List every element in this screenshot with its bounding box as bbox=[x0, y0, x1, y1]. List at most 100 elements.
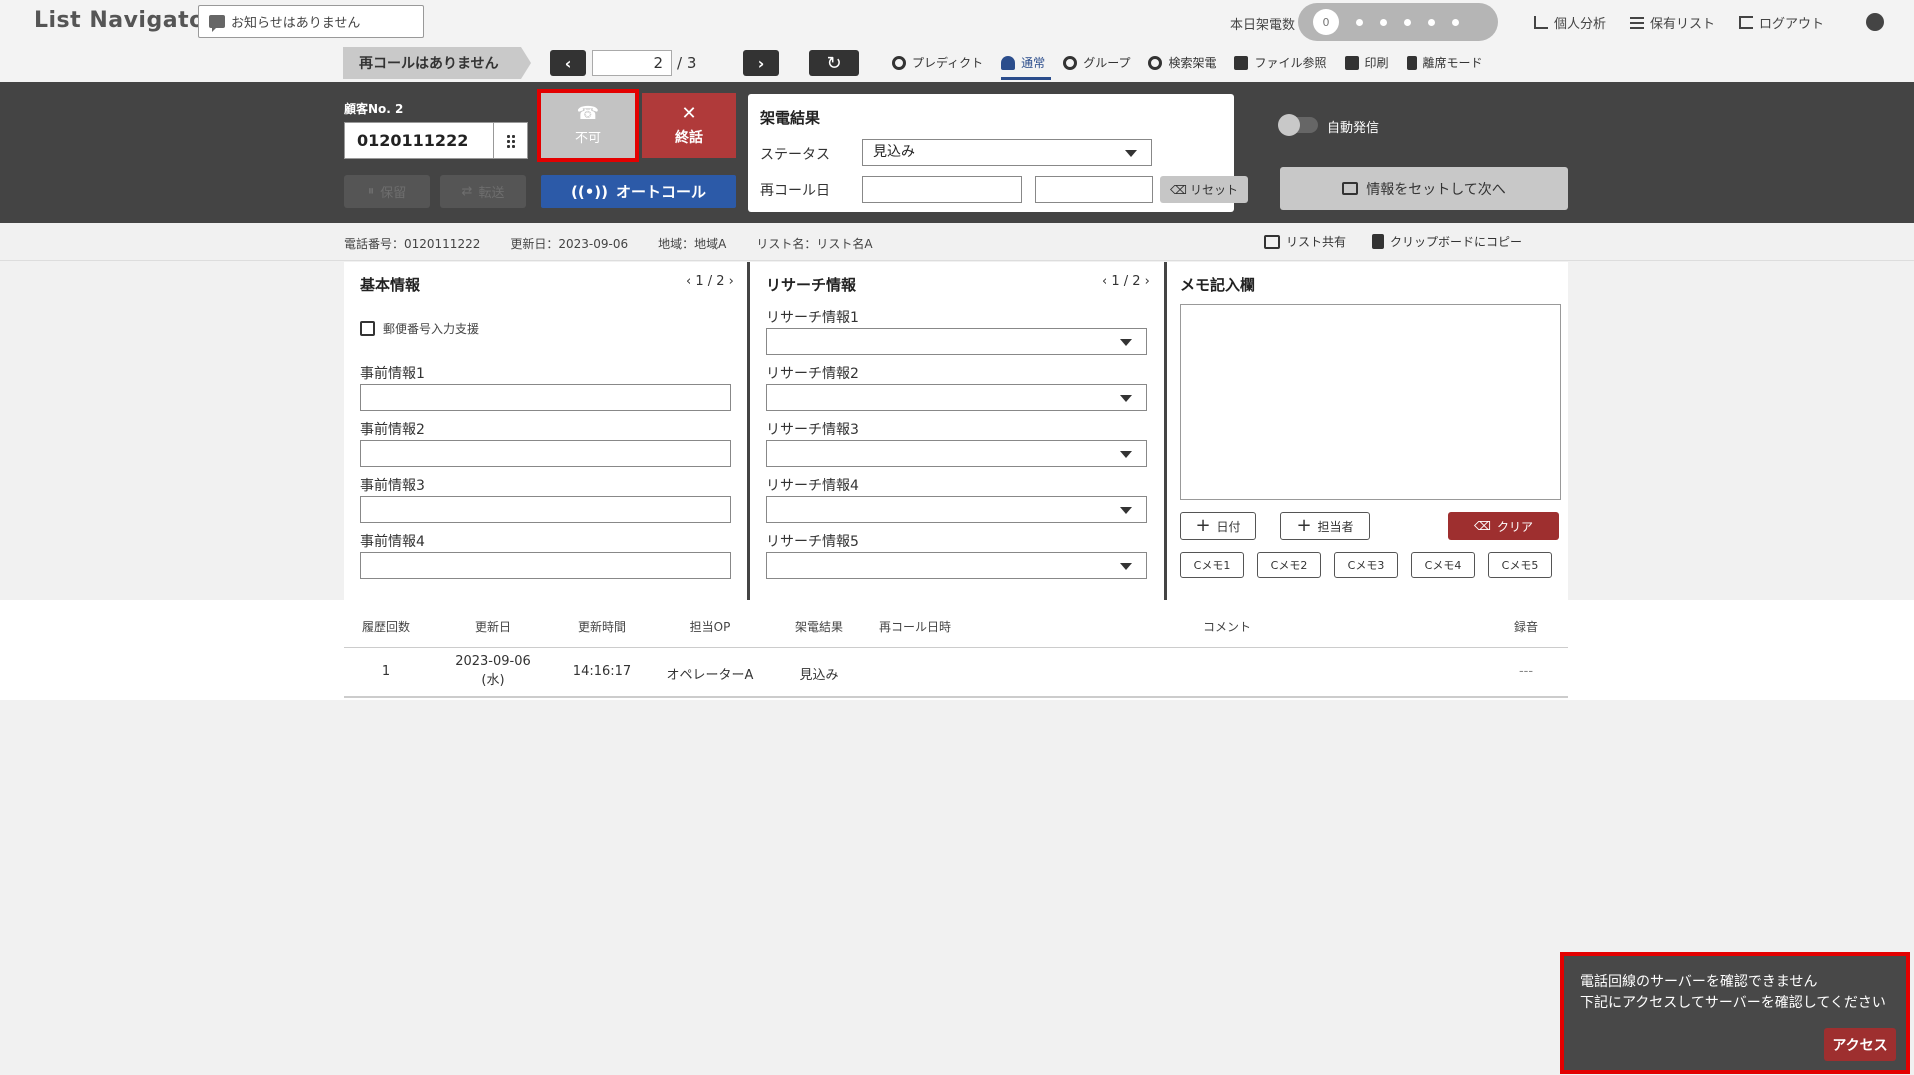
cmemo-button-4[interactable]: Cメモ4 bbox=[1411, 552, 1475, 578]
table-row[interactable]: 1 2023-09-06 (水) 14:16:17 オペレーターA 見込み --- bbox=[344, 648, 1568, 698]
research-select-2[interactable] bbox=[766, 384, 1147, 411]
progress-dot bbox=[1380, 18, 1387, 26]
history-col-recall: 再コール日時 bbox=[878, 620, 952, 634]
personal-analysis-link[interactable]: 個人分析 bbox=[1534, 13, 1606, 32]
auto-dial-toggle[interactable] bbox=[1278, 114, 1318, 136]
today-calls-counter: 0 bbox=[1298, 3, 1498, 41]
cmemo-button-5[interactable]: Cメモ5 bbox=[1488, 552, 1552, 578]
inbox-icon bbox=[1342, 182, 1359, 195]
next-page-button[interactable]: › bbox=[743, 50, 779, 76]
tab-group[interactable]: グループ bbox=[1063, 54, 1130, 71]
message-icon bbox=[209, 15, 225, 32]
research-select-5[interactable] bbox=[766, 552, 1147, 579]
logout-link[interactable]: ログアウト bbox=[1739, 13, 1824, 32]
pre-info-label-3: 事前情報3 bbox=[360, 478, 425, 494]
today-calls-count: 0 bbox=[1313, 9, 1339, 35]
phone-number: 0120111222 bbox=[357, 131, 469, 150]
history-date: 2023-09-06 (水) bbox=[455, 654, 531, 688]
clipboard-icon bbox=[1372, 234, 1385, 249]
caret-down-icon bbox=[1120, 563, 1132, 570]
pre-info-input-1[interactable] bbox=[360, 384, 731, 411]
pre-info-input-3[interactable] bbox=[360, 496, 731, 523]
insert-staff-button[interactable]: + 担当者 bbox=[1280, 512, 1370, 540]
info-updated: 更新日：2023-09-06 bbox=[510, 237, 629, 251]
tab-print[interactable]: 印刷 bbox=[1344, 54, 1389, 71]
basic-info-pager[interactable]: ‹ 1 / 2 › bbox=[686, 274, 734, 289]
page-total: / 3 bbox=[677, 54, 697, 72]
research-label-5: リサーチ情報5 bbox=[766, 534, 859, 550]
info-list-name: リスト名：リスト名A bbox=[756, 237, 873, 251]
auto-call-button[interactable]: ((•)) オートコール bbox=[541, 175, 736, 208]
page-number-input[interactable]: 2 bbox=[592, 50, 672, 76]
transfer-button[interactable]: ⇄ 転送 bbox=[440, 175, 526, 208]
copy-clipboard-button[interactable]: クリップボードにコピー bbox=[1372, 233, 1522, 250]
set-info-next-button[interactable]: 情報をセットして次へ bbox=[1280, 167, 1568, 210]
history-time: 14:16:17 bbox=[572, 664, 632, 679]
history-recording[interactable]: --- bbox=[1519, 664, 1533, 679]
history-col-op: 担当OP bbox=[689, 620, 731, 634]
history-col-date: 更新日 bbox=[474, 620, 512, 634]
research-label-4: リサーチ情報4 bbox=[766, 478, 859, 494]
progress-dot bbox=[1356, 18, 1363, 26]
call-button[interactable]: ☎ 不可 bbox=[537, 89, 639, 162]
memo-textarea[interactable] bbox=[1180, 304, 1561, 500]
transfer-icon: ⇄ bbox=[461, 184, 473, 199]
cmemo-button-3[interactable]: Cメモ3 bbox=[1334, 552, 1398, 578]
phone-slash-icon: ✕ bbox=[681, 102, 697, 124]
tab-away-mode[interactable]: 離席モード bbox=[1406, 54, 1483, 71]
research-info-pager[interactable]: ‹ 1 / 2 › bbox=[1102, 274, 1150, 289]
info-region: 地域：地域A bbox=[658, 237, 727, 251]
phone-icon: ☎ bbox=[576, 103, 600, 124]
access-button[interactable]: アクセス bbox=[1824, 1028, 1896, 1061]
pre-info-label-2: 事前情報2 bbox=[360, 422, 425, 438]
dialpad-button[interactable] bbox=[493, 123, 527, 158]
tab-normal[interactable]: 通常 bbox=[1001, 54, 1052, 80]
caret-down-icon bbox=[1125, 150, 1137, 157]
header-links: 個人分析 保有リスト ログアウト bbox=[1534, 13, 1824, 32]
notice-box[interactable]: お知らせはありません bbox=[198, 5, 424, 38]
mode-tabs: プレディクト 通常 グループ 検索架電 ファイル参照 印刷 離席モード bbox=[892, 54, 1483, 80]
saved-list-link[interactable]: 保有リスト bbox=[1630, 13, 1715, 32]
reload-button[interactable]: ↻ bbox=[809, 50, 859, 76]
tab-search-call[interactable]: 検索架電 bbox=[1148, 54, 1216, 71]
research-select-3[interactable] bbox=[766, 440, 1147, 467]
caret-down-icon bbox=[1120, 339, 1132, 346]
prev-page-button[interactable]: ‹ bbox=[550, 50, 586, 76]
postal-code-helper[interactable]: 郵便番号入力支援 bbox=[360, 320, 479, 337]
tab-predict[interactable]: プレディクト bbox=[892, 54, 983, 71]
today-calls-label: 本日架電数 bbox=[1230, 18, 1296, 33]
chart-icon bbox=[1534, 16, 1548, 29]
cmemo-button-1[interactable]: Cメモ1 bbox=[1180, 552, 1244, 578]
research-select-4[interactable] bbox=[766, 496, 1147, 523]
pre-info-input-4[interactable] bbox=[360, 552, 731, 579]
top-bar: List Navigator. お知らせはありません 本日架電数 0 個人分析 … bbox=[0, 0, 1914, 44]
call-history: 履歴回数 更新日 更新時間 担当OP 架電結果 再コール日時 コメント 録音 1… bbox=[0, 600, 1914, 700]
call-panel: 顧客No. 2 0120111222 ⏸ 保留 ⇄ 転送 ☎ 不可 ✕ 終話 ((•… bbox=[0, 82, 1914, 223]
chevron-left-icon: ‹ bbox=[564, 53, 572, 73]
insert-date-button[interactable]: + 日付 bbox=[1180, 512, 1256, 540]
recall-date-input[interactable] bbox=[862, 176, 1022, 203]
hangup-button[interactable]: ✕ 終話 bbox=[642, 93, 736, 158]
hold-button[interactable]: ⏸ 保留 bbox=[344, 175, 430, 208]
status-label: ステータス bbox=[760, 147, 830, 163]
reset-button[interactable]: ⌫ リセット bbox=[1160, 176, 1248, 203]
memo-title: メモ記入欄 bbox=[1180, 276, 1256, 294]
progress-dot bbox=[1452, 18, 1459, 26]
print-icon bbox=[1344, 55, 1359, 70]
tab-file-ref[interactable]: ファイル参照 bbox=[1234, 54, 1327, 71]
user-avatar-icon[interactable] bbox=[1866, 13, 1884, 31]
memo-clear-button[interactable]: ⌫ クリア bbox=[1448, 512, 1559, 540]
chevron-right-icon: › bbox=[757, 53, 765, 73]
research-select-1[interactable] bbox=[766, 328, 1147, 355]
recall-time-input[interactable] bbox=[1035, 176, 1153, 203]
recall-date-label: 再コール日 bbox=[760, 183, 830, 199]
broadcast-icon: ((•)) bbox=[570, 182, 608, 201]
list-share-button[interactable]: リスト共有 bbox=[1264, 233, 1346, 250]
cmemo-button-2[interactable]: Cメモ2 bbox=[1257, 552, 1321, 578]
history-col-count: 履歴回数 bbox=[361, 620, 411, 634]
status-select[interactable]: 見込み bbox=[862, 139, 1152, 166]
pre-info-input-2[interactable] bbox=[360, 440, 731, 467]
pre-info-label-1: 事前情報1 bbox=[360, 366, 425, 382]
call-result-card: 架電結果 ステータス 見込み 再コール日 ⌫ リセット bbox=[748, 94, 1248, 212]
phone-number-field[interactable]: 0120111222 bbox=[344, 122, 528, 159]
